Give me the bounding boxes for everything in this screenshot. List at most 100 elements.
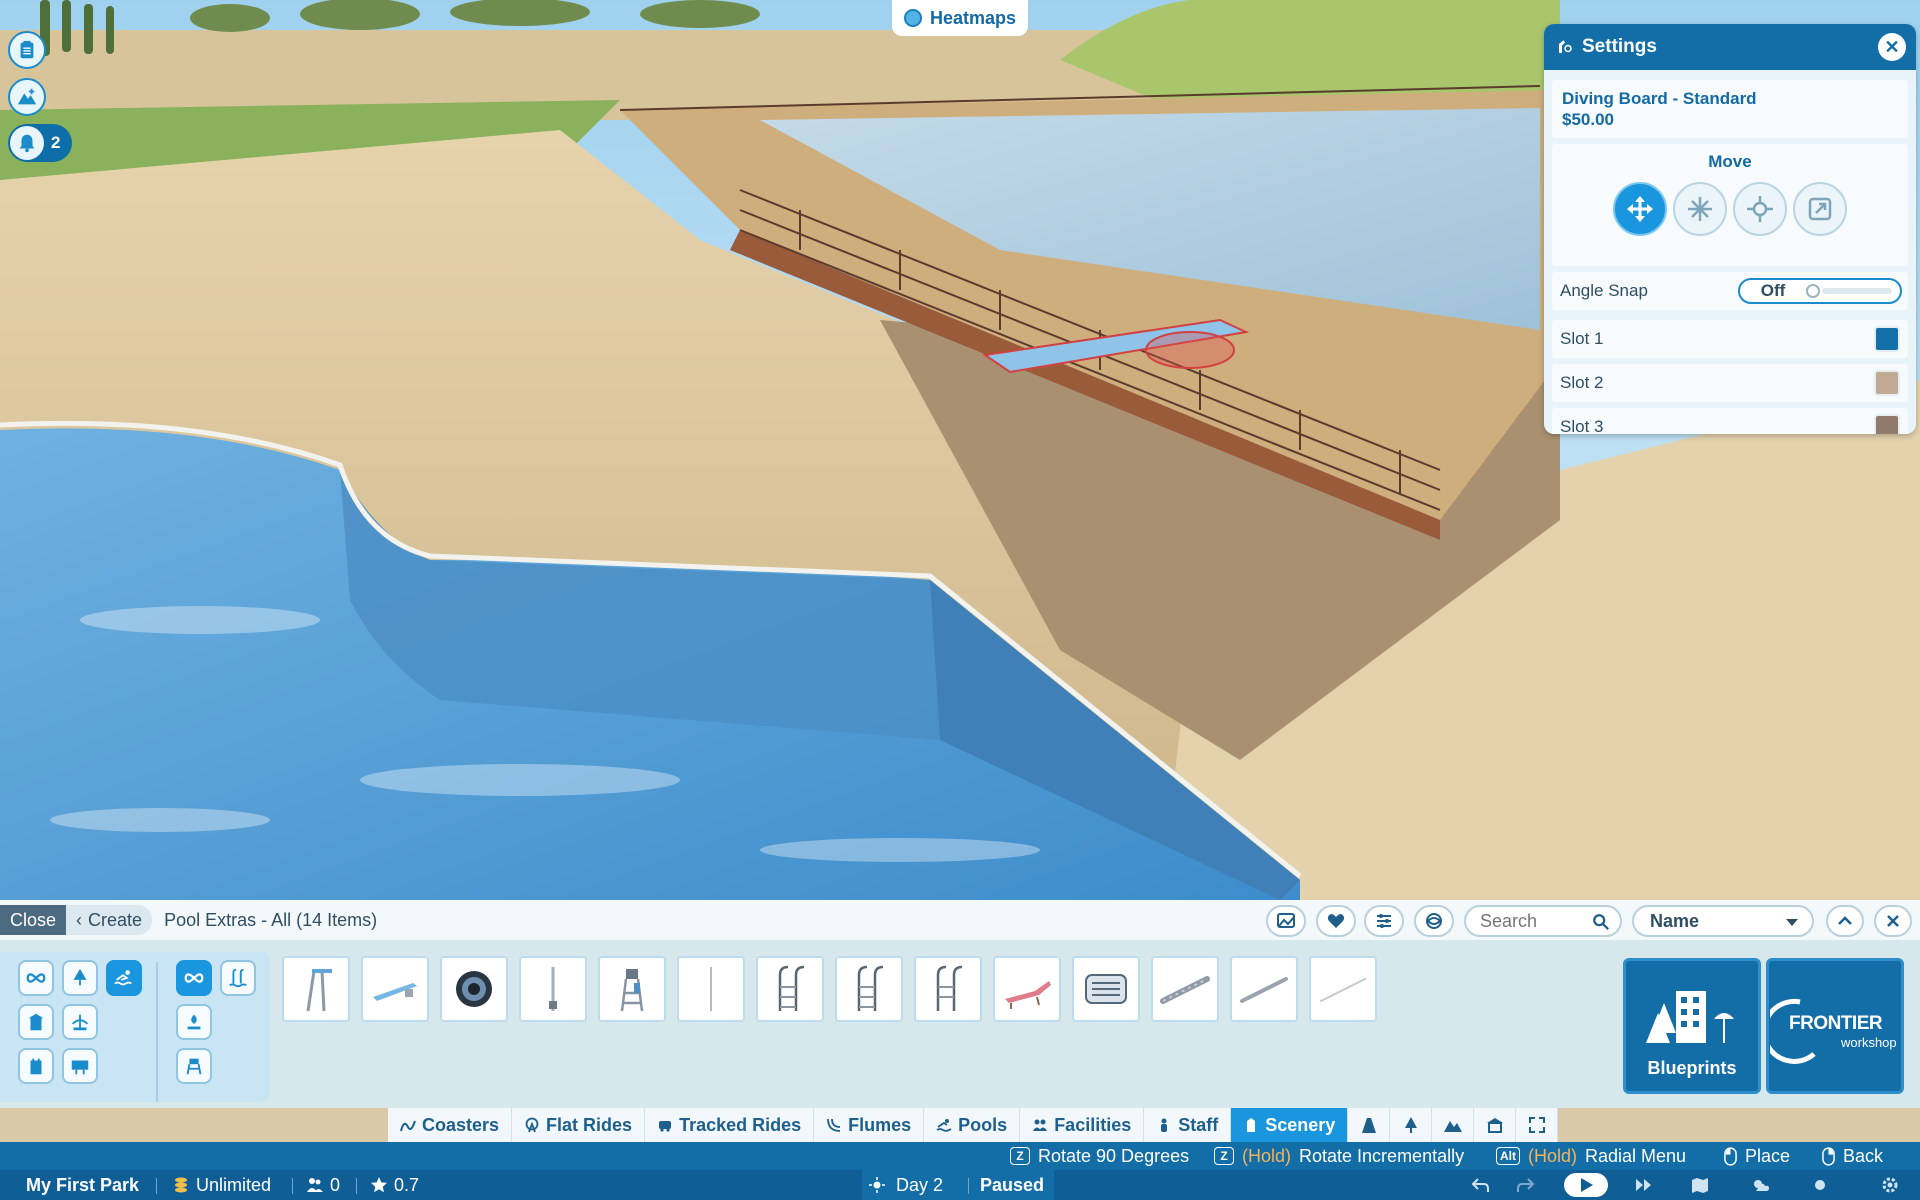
item-pool-rail[interactable] [519, 956, 587, 1022]
workshop-filter-button[interactable] [1414, 905, 1454, 937]
category-castle-button[interactable] [18, 1048, 54, 1084]
tab-blueprints[interactable] [1474, 1108, 1517, 1142]
camera-button[interactable] [1686, 1175, 1714, 1195]
tab-label: Flat Rides [546, 1114, 633, 1135]
play-button[interactable] [1564, 1173, 1608, 1197]
infinity-icon [184, 973, 204, 983]
category-buildings-button[interactable] [18, 1004, 54, 1040]
item-pool-filter[interactable] [1072, 956, 1140, 1022]
search-field[interactable] [1464, 905, 1622, 937]
workshop-brand: FRONTIER [1789, 1013, 1883, 1034]
hold-modifier: (Hold) [1242, 1145, 1292, 1166]
create-breadcrumb-button[interactable]: ‹ Create [66, 905, 153, 935]
heart-icon [1327, 914, 1345, 928]
category-all-button[interactable] [18, 960, 54, 996]
category-pools-button[interactable] [106, 960, 142, 996]
freeze-mode-button[interactable] [1673, 182, 1727, 236]
scale-mode-button[interactable] [1793, 182, 1847, 236]
ferris-wheel-icon [525, 1117, 539, 1133]
hint-radial-menu: Alt (Hold) Radial Menu [1496, 1146, 1686, 1166]
slot-2-color-swatch[interactable] [1874, 370, 1900, 396]
subcategory-fountains-button[interactable] [176, 1004, 212, 1040]
hint-rotate-incrementally: Z (Hold) Rotate Incrementally [1214, 1146, 1464, 1166]
item-diving-tower[interactable] [282, 956, 350, 1022]
item-pool-light[interactable] [440, 956, 508, 1022]
separator [156, 1178, 157, 1194]
category-signs-button[interactable] [62, 1048, 98, 1084]
category-fountains-button[interactable] [62, 1004, 98, 1040]
blueprints-button[interactable]: Blueprints [1623, 958, 1761, 1094]
mouse-left-icon [1724, 1146, 1737, 1166]
item-pool-pipe-3[interactable] [1309, 956, 1377, 1022]
build-close-button[interactable]: Close [0, 905, 67, 935]
water-feature-icon [187, 1014, 201, 1030]
freeze-icon [1688, 197, 1712, 221]
move-mode-button[interactable] [1613, 182, 1667, 236]
item-pool-pipe-1[interactable] [1151, 956, 1219, 1022]
slot-1-color-swatch[interactable] [1874, 326, 1900, 352]
item-diving-board[interactable] [361, 956, 429, 1022]
pool-filter-icon [1085, 974, 1127, 1004]
tab-tracked-rides[interactable]: Tracked Rides [645, 1108, 815, 1142]
item-pool-ladder-2[interactable] [835, 956, 903, 1022]
tab-label: Coasters [422, 1114, 500, 1135]
terrain-tools-button[interactable] [8, 78, 46, 116]
tab-facilities[interactable]: Facilities [1020, 1108, 1145, 1142]
redo-button[interactable] [1512, 1175, 1540, 1195]
slot-3-color-swatch[interactable] [1874, 414, 1900, 434]
close-panel-button[interactable] [1874, 905, 1912, 937]
heatmaps-button[interactable]: Heatmaps [892, 0, 1028, 36]
main-category-tabs: Coasters Flat Rides Tracked Rides Flumes… [388, 1108, 1559, 1142]
subcategory-lifeguard-button[interactable] [176, 1048, 212, 1084]
pipe-icon [1160, 976, 1210, 1004]
day-indicator[interactable]: Day 2 [868, 1174, 943, 1196]
item-lifeguard-chair[interactable] [598, 956, 666, 1022]
sun-icon [869, 1177, 885, 1193]
sort-dropdown[interactable]: Name [1632, 905, 1814, 937]
tab-coasters[interactable]: Coasters [388, 1108, 513, 1142]
scenery-icon [1247, 1118, 1256, 1132]
rating-display[interactable]: 0.7 [370, 1174, 419, 1196]
hold-modifier: (Hold) [1528, 1145, 1578, 1166]
subcategory-all-button[interactable] [176, 960, 212, 996]
fast-forward-button[interactable] [1630, 1175, 1658, 1195]
filter-settings-button[interactable] [1364, 905, 1404, 937]
weather-button[interactable] [1746, 1175, 1774, 1195]
tab-flumes[interactable]: Flumes [814, 1108, 925, 1142]
undo-button[interactable] [1466, 1175, 1494, 1195]
money-display[interactable]: Unlimited [172, 1174, 271, 1196]
item-pool-pipe-2[interactable] [1230, 956, 1298, 1022]
category-nature-button[interactable] [62, 960, 98, 996]
favorites-button[interactable] [1316, 905, 1356, 937]
search-input[interactable] [1480, 910, 1580, 932]
item-sun-lounger[interactable] [993, 956, 1061, 1022]
item-pool-ladder-3[interactable] [914, 956, 982, 1022]
tab-flat-rides[interactable]: Flat Rides [512, 1108, 646, 1142]
guests-display[interactable]: 0 [306, 1174, 340, 1196]
angle-snap-toggle[interactable]: Off [1738, 278, 1902, 304]
tab-landscape[interactable] [1390, 1108, 1433, 1142]
item-pole[interactable] [677, 956, 745, 1022]
position-icon [1747, 196, 1773, 222]
item-pool-ladder-1[interactable] [756, 956, 824, 1022]
money-value: Unlimited [196, 1174, 272, 1195]
position-mode-button[interactable] [1733, 182, 1787, 236]
park-management-button[interactable] [8, 31, 46, 69]
diving-board-icon [373, 983, 417, 1001]
path-tool-icon [1361, 1118, 1376, 1133]
tab-pools[interactable]: Pools [924, 1108, 1021, 1142]
filter-owned-button[interactable] [1266, 905, 1306, 937]
tab-staff[interactable]: Staff [1144, 1108, 1232, 1142]
frontier-workshop-button[interactable]: FRONTIER workshop [1766, 958, 1904, 1094]
tab-park-tools[interactable] [1348, 1108, 1391, 1142]
collapse-panel-button[interactable] [1826, 905, 1864, 937]
settings-close-button[interactable]: ✕ [1878, 33, 1906, 61]
settings-gear-button[interactable] [1876, 1175, 1904, 1195]
subcategory-pool-parts-button[interactable] [220, 960, 256, 996]
tab-scenery[interactable]: Scenery [1231, 1108, 1349, 1142]
tab-terrain[interactable] [1432, 1108, 1475, 1142]
tab-fullscreen[interactable] [1516, 1108, 1559, 1142]
notifications-button[interactable]: 2 [8, 124, 72, 162]
park-name[interactable]: My First Park [26, 1174, 139, 1196]
day-night-button[interactable] [1806, 1175, 1834, 1195]
